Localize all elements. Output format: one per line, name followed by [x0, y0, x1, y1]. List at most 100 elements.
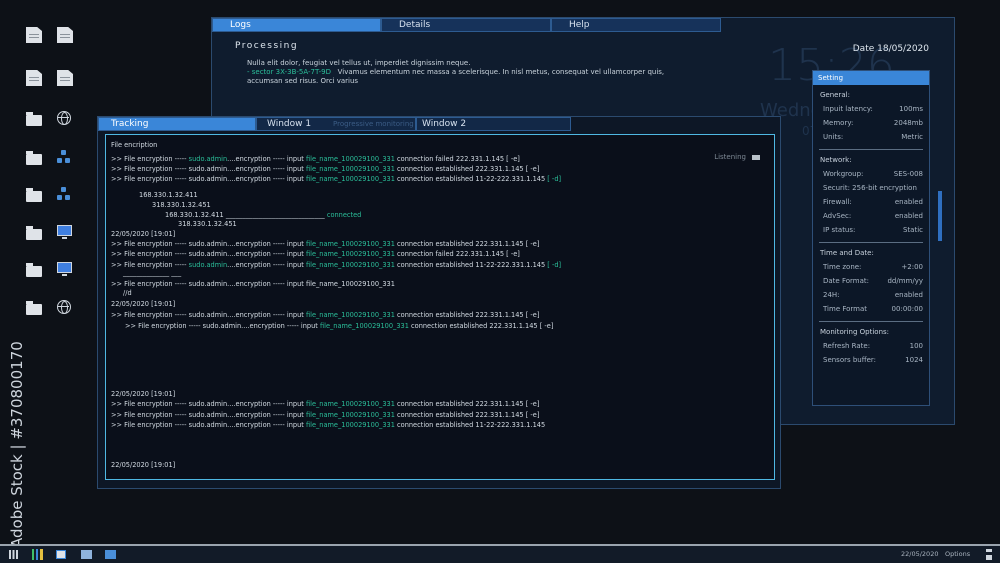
log-segment: connection established 11-22-222.331.1.1…	[394, 261, 548, 269]
settings-value: enabled	[894, 291, 923, 299]
settings-key: Date Format:	[823, 277, 869, 285]
settings-value: Metric	[901, 133, 923, 141]
computer-icon[interactable]	[57, 262, 72, 276]
tab-tracking[interactable]: Tracking	[98, 117, 256, 131]
log-segment: sudo.admin	[188, 261, 228, 269]
network-icon[interactable]	[57, 150, 71, 164]
log-header: File encription	[111, 141, 157, 150]
settings-row: 24H: enabled	[823, 291, 923, 299]
mail-icon[interactable]	[81, 550, 92, 559]
folder-icon[interactable]	[26, 301, 42, 315]
folder-icon[interactable]	[26, 226, 42, 240]
settings-value: dd/mm/yy	[887, 277, 923, 285]
folder-icon[interactable]	[26, 188, 42, 202]
tab-logs[interactable]: Logs	[212, 18, 381, 32]
tab-label: Window 1	[267, 119, 312, 129]
log-segment: 22/05/2020 [19:01]	[111, 230, 176, 238]
processing-text: Nulla elit dolor, feugiat vel tellus ut,…	[247, 59, 664, 86]
log-segment: file_name_100029100_331	[305, 411, 395, 419]
log-segment: 318.330.1.32.451	[152, 201, 211, 209]
log-segment: file_name_100029100_331	[305, 261, 395, 269]
chart-app-icon[interactable]	[32, 549, 43, 560]
settings-group-label: Network:	[820, 156, 852, 164]
log-segment: [ -d]	[547, 175, 562, 183]
apps-grid-icon[interactable]	[9, 550, 18, 559]
settings-key: Units:	[823, 133, 844, 141]
settings-value: +2:00	[901, 263, 923, 271]
scrollbar[interactable]	[938, 191, 942, 241]
settings-key: Memory:	[823, 119, 854, 127]
log-segment: >> File encryption ----- sudo.admin....e…	[111, 250, 306, 258]
log-line: >> File encryption ----- sudo.admin....e…	[111, 155, 520, 164]
log-segment: 168.330.1.32.411	[139, 191, 198, 199]
settings-key: Firewall:	[823, 198, 852, 206]
tab-help[interactable]: Help	[551, 18, 721, 32]
log-segment: 168.330.1.32.411 _______________________…	[165, 211, 327, 219]
log-line: >> File encryption ----- sudo.admin....e…	[111, 250, 520, 259]
log-output: Listening File encription >> File encrypt…	[105, 134, 775, 480]
settings-value: Static	[902, 226, 923, 234]
tab-details[interactable]: Details	[381, 18, 551, 32]
settings-key: Time zone:	[823, 263, 862, 271]
globe-icon[interactable]	[57, 300, 71, 314]
settings-panel: Setting General: Inpuit latency: 100ms Memo…	[812, 70, 930, 406]
settings-value: 2048mb	[893, 119, 923, 127]
log-segment: 22/05/2020 [19:01]	[111, 461, 176, 469]
watermark-text: Adobe Stock | #370800170	[8, 341, 26, 548]
log-segment: >> File encryption ----- sudo.admin....e…	[111, 400, 306, 408]
log-segment: >> File encryption -----	[111, 155, 189, 163]
settings-row: Securit: 256-bit encryption	[823, 184, 923, 192]
log-segment: >> File encryption ----- sudo.admin....e…	[111, 240, 306, 248]
settings-row: Inpuit latency: 100ms	[823, 105, 923, 113]
settings-row: Sensors buffer: 1024	[823, 356, 923, 364]
tracking-window: Tracking Window 1 Progressive monitoring …	[97, 116, 781, 489]
log-segment: connection established 222.331.1.145 [ -…	[394, 400, 540, 408]
settings-key: 24H:	[823, 291, 840, 299]
processing-title: Processing	[235, 41, 299, 51]
document-icon[interactable]	[26, 27, 42, 43]
settings-key: Refresh Rate:	[823, 342, 871, 350]
mail-icon[interactable]	[105, 550, 116, 559]
log-segment: connection established 222.331.1.145 [ -…	[394, 240, 540, 248]
listening-toggle[interactable]	[752, 154, 760, 160]
log-line: >> File encryption ----- sudo.admin....e…	[111, 280, 395, 289]
log-line: 22/05/2020 [19:01]	[111, 230, 175, 239]
log-line: >> File encryption ----- sudo.admin....e…	[111, 421, 545, 430]
settings-group-label: Time and Date:	[820, 249, 874, 257]
notification-icon[interactable]	[986, 549, 992, 560]
log-segment: connection failed 222.331.1.145 [ -e]	[394, 250, 520, 258]
tab-window-2[interactable]: Window 2	[416, 117, 571, 131]
log-line: >> File encryption ----- sudo.admin....e…	[111, 411, 539, 420]
taskbar: 22/05/2020 Options	[0, 544, 1000, 563]
log-segment: file_name_100029100_331	[305, 250, 395, 258]
log-segment: >> File encryption ----- sudo.admin....e…	[111, 421, 306, 429]
log-segment: file_name_100029100_331	[305, 155, 395, 163]
folder-icon[interactable]	[26, 151, 42, 165]
computer-icon[interactable]	[57, 225, 72, 239]
document-icon[interactable]	[57, 27, 73, 43]
log-segment: connection established 11-22-222.331.1.1…	[394, 175, 548, 183]
document-icon[interactable]	[57, 70, 73, 86]
window-app-icon[interactable]	[56, 550, 66, 559]
network-icon[interactable]	[57, 187, 71, 201]
settings-value: enabled	[894, 198, 923, 206]
settings-key: AdvSec:	[823, 212, 852, 220]
folder-icon[interactable]	[26, 112, 42, 126]
divider	[819, 321, 923, 322]
log-segment: >> File encryption ----- sudo.admin....e…	[111, 165, 306, 173]
folder-icon[interactable]	[26, 263, 42, 277]
options-button[interactable]: Options	[945, 550, 970, 558]
log-line: 168.330.1.32.411 _______________________…	[165, 211, 361, 220]
log-segment: file_name_100029100_331	[319, 322, 409, 330]
log-line: >> File encryption ----- sudo.admin....e…	[111, 311, 539, 320]
date-label: Date 18/05/2020	[852, 44, 929, 54]
log-line: 22/05/2020 [19:01]	[111, 390, 175, 399]
settings-row: IP status: Static	[823, 226, 923, 234]
log-segment: File encription	[111, 141, 158, 149]
settings-row: Date Format: dd/mm/yy	[823, 277, 923, 285]
settings-row: Refresh Rate: 100	[823, 342, 923, 350]
settings-row: Units: Metric	[823, 133, 923, 141]
tab-window-1[interactable]: Window 1 Progressive monitoring	[256, 117, 416, 131]
document-icon[interactable]	[26, 70, 42, 86]
globe-icon[interactable]	[57, 111, 71, 125]
